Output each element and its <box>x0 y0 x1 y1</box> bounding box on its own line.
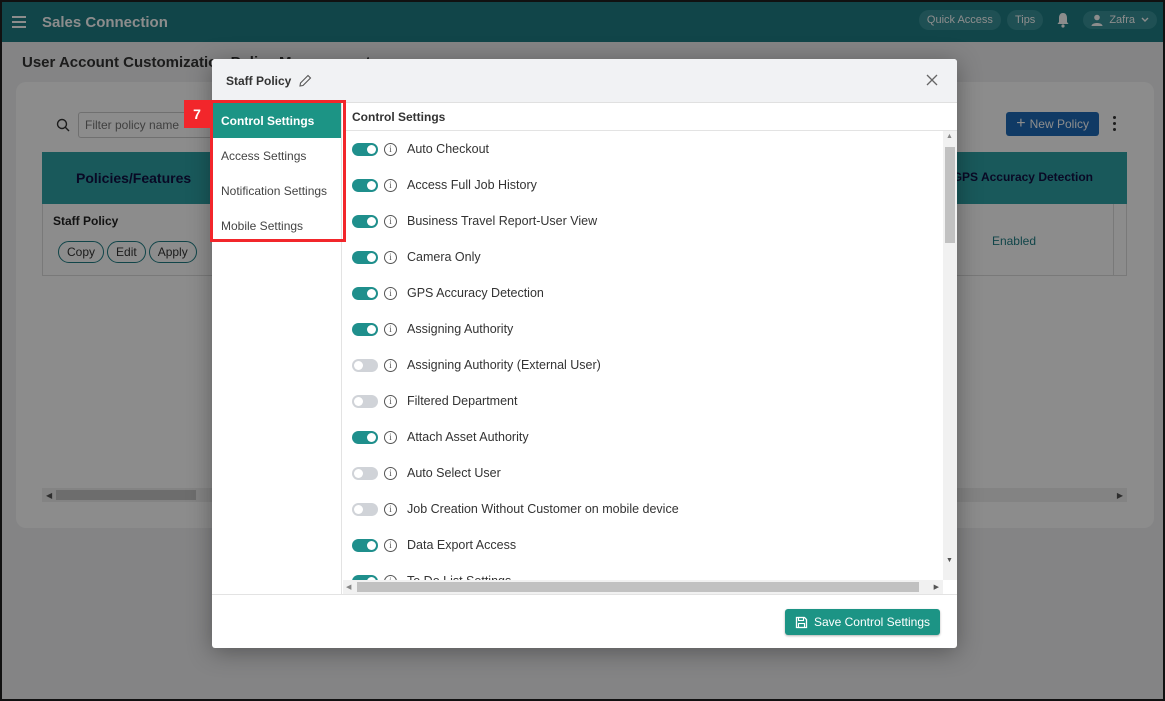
setting-label: Filtered Department <box>407 394 518 408</box>
setting-row: i Auto Select User <box>343 455 943 491</box>
setting-row: i Filtered Department <box>343 383 943 419</box>
info-icon[interactable]: i <box>384 142 397 156</box>
setting-toggle[interactable] <box>352 538 378 552</box>
scroll-up-arrow[interactable]: ▲ <box>946 133 953 140</box>
modal-footer: Save Control Settings <box>212 594 957 648</box>
save-control-settings-button[interactable]: Save Control Settings <box>784 609 940 635</box>
setting-row: i GPS Accuracy Detection <box>343 275 943 311</box>
setting-row: i Access Full Job History <box>343 167 943 203</box>
setting-row: iTo Do List Settings <box>343 563 943 580</box>
settings-list: i Auto Checkout i Access Full Job History i B… <box>343 131 943 580</box>
scroll-down-arrow[interactable]: ▼ <box>946 557 953 564</box>
setting-row: i Business Travel Report-User View <box>343 203 943 239</box>
scroll-left-arrow[interactable]: ◀ <box>346 583 351 591</box>
scrollbar-thumb[interactable] <box>945 147 955 243</box>
setting-toggle[interactable] <box>352 286 378 300</box>
scroll-right-arrow[interactable]: ▶ <box>934 583 939 591</box>
scrollbar-thumb[interactable] <box>357 582 919 592</box>
settings-nav: Control Settings Access Settings Notific… <box>212 103 342 594</box>
setting-label: GPS Accuracy Detection <box>407 286 544 300</box>
setting-label: Camera Only <box>407 250 481 264</box>
info-icon[interactable]: i <box>384 322 397 336</box>
info-icon[interactable]: i <box>384 394 397 408</box>
save-label: Save Control Settings <box>813 615 930 629</box>
setting-toggle[interactable] <box>352 214 378 228</box>
nav-control-settings[interactable]: Control Settings <box>212 103 341 138</box>
setting-toggle[interactable] <box>352 358 378 372</box>
info-icon[interactable]: i <box>384 466 397 480</box>
setting-row: i Attach Asset Authority <box>343 419 943 455</box>
nav-access-settings[interactable]: Access Settings <box>212 138 341 173</box>
setting-row: i Assigning Authority <box>343 311 943 347</box>
info-icon[interactable]: i <box>384 538 397 552</box>
setting-toggle[interactable] <box>352 502 378 516</box>
setting-toggle[interactable] <box>352 178 378 192</box>
setting-toggle[interactable] <box>352 250 378 264</box>
app-window: Sales Connection Quick Access Tips Zafra… <box>0 0 1165 701</box>
setting-row: i Data Export Access <box>343 527 943 563</box>
settings-content: Control Settings i Auto Checkout i Access F… <box>343 103 957 594</box>
info-icon[interactable]: i <box>384 286 397 300</box>
section-title: Control Settings <box>343 103 957 131</box>
setting-toggle[interactable] <box>352 430 378 444</box>
info-icon[interactable]: i <box>384 502 397 516</box>
close-icon[interactable] <box>923 71 941 89</box>
setting-toggle[interactable] <box>352 394 378 408</box>
settings-vertical-scrollbar[interactable]: ▲ ▼ <box>943 131 957 580</box>
setting-label: Assigning Authority <box>407 322 514 336</box>
info-icon[interactable]: i <box>384 214 397 228</box>
setting-toggle[interactable] <box>352 322 378 336</box>
nav-mobile-settings[interactable]: Mobile Settings <box>212 208 341 243</box>
setting-toggle[interactable] <box>352 142 378 156</box>
nav-notification-settings[interactable]: Notification Settings <box>212 173 341 208</box>
setting-label: Attach Asset Authority <box>407 430 529 444</box>
setting-label: Auto Select User <box>407 466 501 480</box>
setting-row: i Job Creation Without Customer on mobile… <box>343 491 943 527</box>
info-icon[interactable]: i <box>384 178 397 192</box>
setting-label: Business Travel Report-User View <box>407 214 598 228</box>
setting-toggle[interactable] <box>352 466 378 480</box>
setting-label: Access Full Job History <box>407 178 537 192</box>
setting-row: i Camera Only <box>343 239 943 275</box>
save-icon <box>795 616 808 628</box>
edit-title-icon[interactable] <box>297 73 313 89</box>
setting-label: Assigning Authority (External User) <box>407 358 601 372</box>
setting-label: Data Export Access <box>407 538 517 552</box>
setting-row: i Auto Checkout <box>343 131 943 167</box>
modal-title: Staff Policy <box>226 73 292 88</box>
info-icon[interactable]: i <box>384 250 397 264</box>
setting-label: Auto Checkout <box>407 142 489 156</box>
modal-header: Staff Policy <box>212 59 957 103</box>
setting-label: Job Creation Without Customer on mobile … <box>407 502 679 516</box>
info-icon[interactable]: i <box>384 358 397 372</box>
info-icon[interactable]: i <box>384 430 397 444</box>
policy-settings-modal: Staff Policy Control Settings Access Set… <box>212 59 957 648</box>
step-badge: 7 <box>184 100 210 128</box>
setting-row: i Assigning Authority (External User) <box>343 347 943 383</box>
settings-horizontal-scrollbar[interactable]: ◀ ▶ <box>343 580 943 594</box>
